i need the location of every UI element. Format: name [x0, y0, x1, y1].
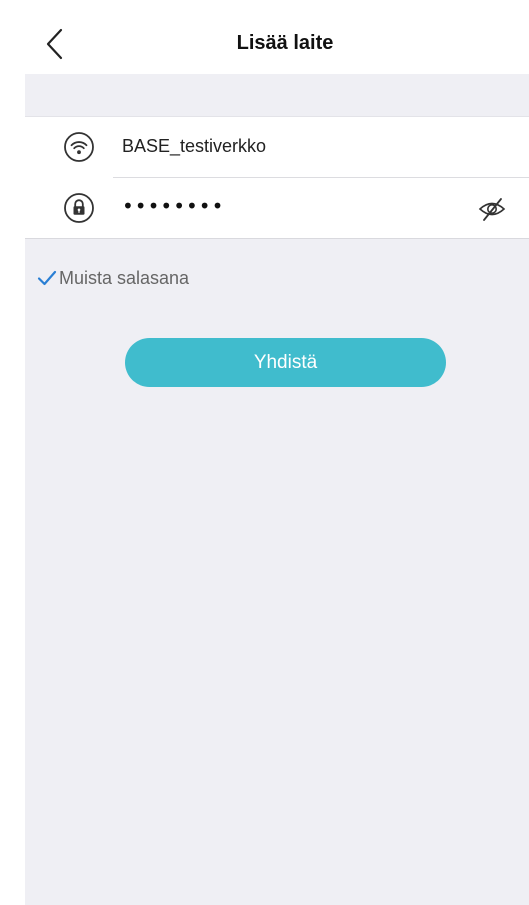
toggle-password-visibility-button[interactable] — [477, 194, 507, 224]
connect-button[interactable]: Yhdistä — [125, 338, 446, 387]
wifi-icon — [64, 132, 94, 162]
remember-password-checkbox[interactable]: Muista salasana — [36, 266, 189, 290]
ssid-input[interactable] — [122, 136, 462, 157]
add-device-screen: Lisää laite •••••••• — [25, 0, 529, 905]
eye-off-icon — [478, 198, 506, 221]
remember-password-label: Muista salasana — [59, 267, 190, 288]
ssid-row — [25, 117, 529, 177]
password-input[interactable]: •••••••• — [122, 194, 224, 218]
navigation-bar: Lisää laite — [25, 0, 529, 74]
password-row: •••••••• — [25, 178, 529, 238]
checkmark-icon — [37, 270, 57, 286]
wifi-form: •••••••• — [25, 116, 529, 239]
page-title: Lisää laite — [236, 32, 334, 54]
lock-icon — [64, 193, 94, 223]
